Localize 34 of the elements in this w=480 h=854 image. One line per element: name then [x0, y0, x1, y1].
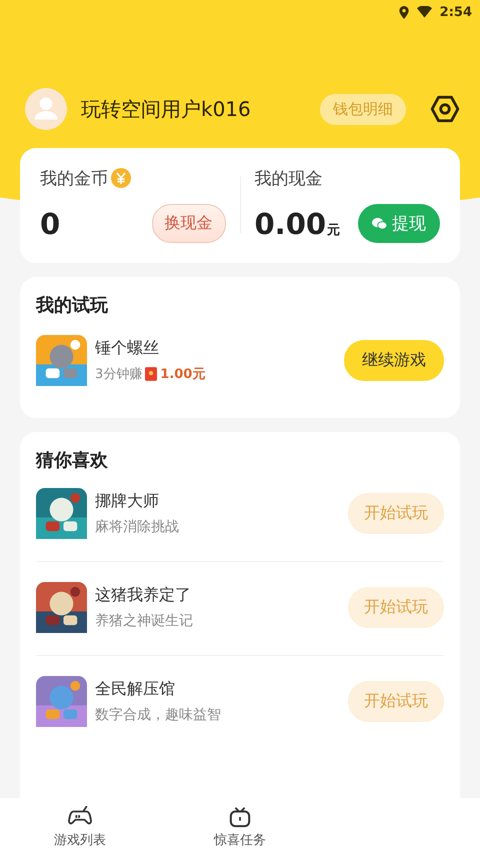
settings-icon[interactable] — [430, 94, 460, 124]
cash-unit: 元 — [327, 222, 340, 238]
reward-text: 3分钟赚 — [95, 366, 142, 383]
start-trial-button[interactable]: 开始试玩 — [348, 587, 444, 628]
game-description: 数字合成，趣味益智 — [95, 706, 222, 724]
envelope-icon — [145, 367, 158, 381]
reward-amount: 1.00元 — [160, 366, 206, 383]
coins-value: 0 — [40, 206, 60, 240]
continue-game-button[interactable]: 继续游戏 — [344, 340, 444, 381]
wifi-icon — [416, 6, 432, 18]
section-title: 我的试玩 — [36, 294, 109, 317]
coin-icon — [111, 168, 131, 188]
section-title: 猜你喜欢 — [36, 449, 109, 472]
game-name: 全民解压馆 — [95, 679, 176, 700]
coins-label: 我的金币 — [40, 168, 108, 190]
tab[interactable]: 游戏列表 — [0, 798, 160, 854]
username: 玩转空间用户k016 — [81, 96, 252, 122]
cash-label: 我的现金 — [254, 168, 322, 190]
status-time: 2:54 — [440, 4, 472, 20]
game-description: 养猪之神诞生记 — [95, 612, 194, 630]
game-name: 锤个螺丝 — [95, 338, 160, 359]
game-description: 麻将消除挑战 — [95, 518, 180, 536]
tv-icon — [228, 806, 252, 828]
start-trial-button[interactable]: 开始试玩 — [348, 681, 444, 722]
withdraw-button[interactable]: 提现 — [358, 204, 440, 243]
exchange-button[interactable]: 换现金 — [152, 204, 226, 243]
location-icon — [398, 6, 409, 18]
start-trial-button[interactable]: 开始试玩 — [348, 493, 444, 534]
tab[interactable]: 惊喜任务 — [160, 798, 320, 854]
chat-icon — [372, 217, 387, 230]
cash-value: 0.00 — [254, 206, 326, 240]
game-name: 这猪我养定了 — [95, 585, 192, 606]
game-name: 挪牌大师 — [95, 491, 160, 512]
wallet-details-button[interactable]: 钱包明细 — [320, 94, 406, 124]
